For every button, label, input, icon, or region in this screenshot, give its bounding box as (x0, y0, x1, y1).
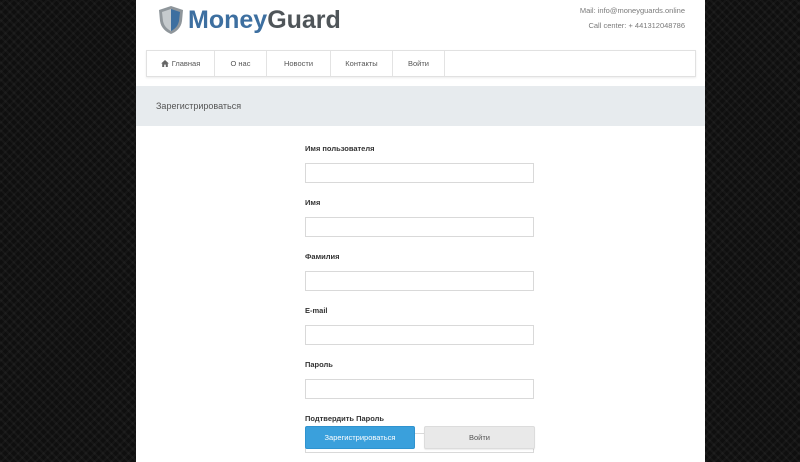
logo-guard: Guard (267, 6, 341, 34)
last-name-label: Фамилия (305, 252, 340, 261)
nav-item-login[interactable]: Войти (393, 51, 445, 76)
nav-item-label: Новости (283, 59, 314, 68)
password-label: Пароль (305, 360, 333, 369)
login-button[interactable]: Войти (424, 426, 535, 449)
nav-item-about[interactable]: О нас (215, 51, 267, 76)
nav-item-label: Главная (171, 59, 201, 68)
shield-icon (159, 6, 183, 34)
contact-mail: Mail: info@moneyguards.online (579, 6, 685, 15)
username-input[interactable] (305, 163, 534, 183)
registration-form: Имя пользователя Имя Фамилия E-mail Паро… (305, 144, 535, 453)
logo[interactable]: MoneyGuard (158, 4, 341, 36)
main-nav: Главная О нас Новости Контакты Войти (146, 50, 696, 77)
logo-money: Money (188, 6, 268, 34)
nav-item-home[interactable]: Главная (147, 51, 215, 76)
logo-text: MoneyGuard (188, 5, 341, 35)
first-name-label: Имя (305, 198, 321, 207)
register-button[interactable]: Зарегистрироваться (305, 426, 415, 449)
nav-item-label: Контакты (345, 59, 378, 68)
email-input[interactable] (305, 325, 534, 345)
nav-item-news[interactable]: Новости (267, 51, 331, 76)
nav-item-label: О нас (230, 59, 251, 68)
nav-item-label: Войти (408, 59, 429, 68)
contact-info: Mail: info@moneyguards.online Call cente… (580, 3, 685, 33)
page-container: MoneyGuard Mail: info@moneyguards.online… (136, 0, 705, 462)
contact-call: Call center: + 441312048786 (588, 21, 685, 30)
home-icon (160, 60, 169, 67)
first-name-input[interactable] (305, 217, 534, 237)
nav-item-contacts[interactable]: Контакты (331, 51, 393, 76)
page-title-bar: Зарегистрироваться (136, 86, 705, 126)
last-name-input[interactable] (305, 271, 534, 291)
email-label: E-mail (305, 306, 328, 315)
confirm-password-label: Подтвердить Пароль (305, 414, 385, 423)
password-input[interactable] (305, 379, 534, 399)
username-label: Имя пользователя (305, 144, 375, 153)
page-title: Зарегистрироваться (156, 101, 242, 111)
